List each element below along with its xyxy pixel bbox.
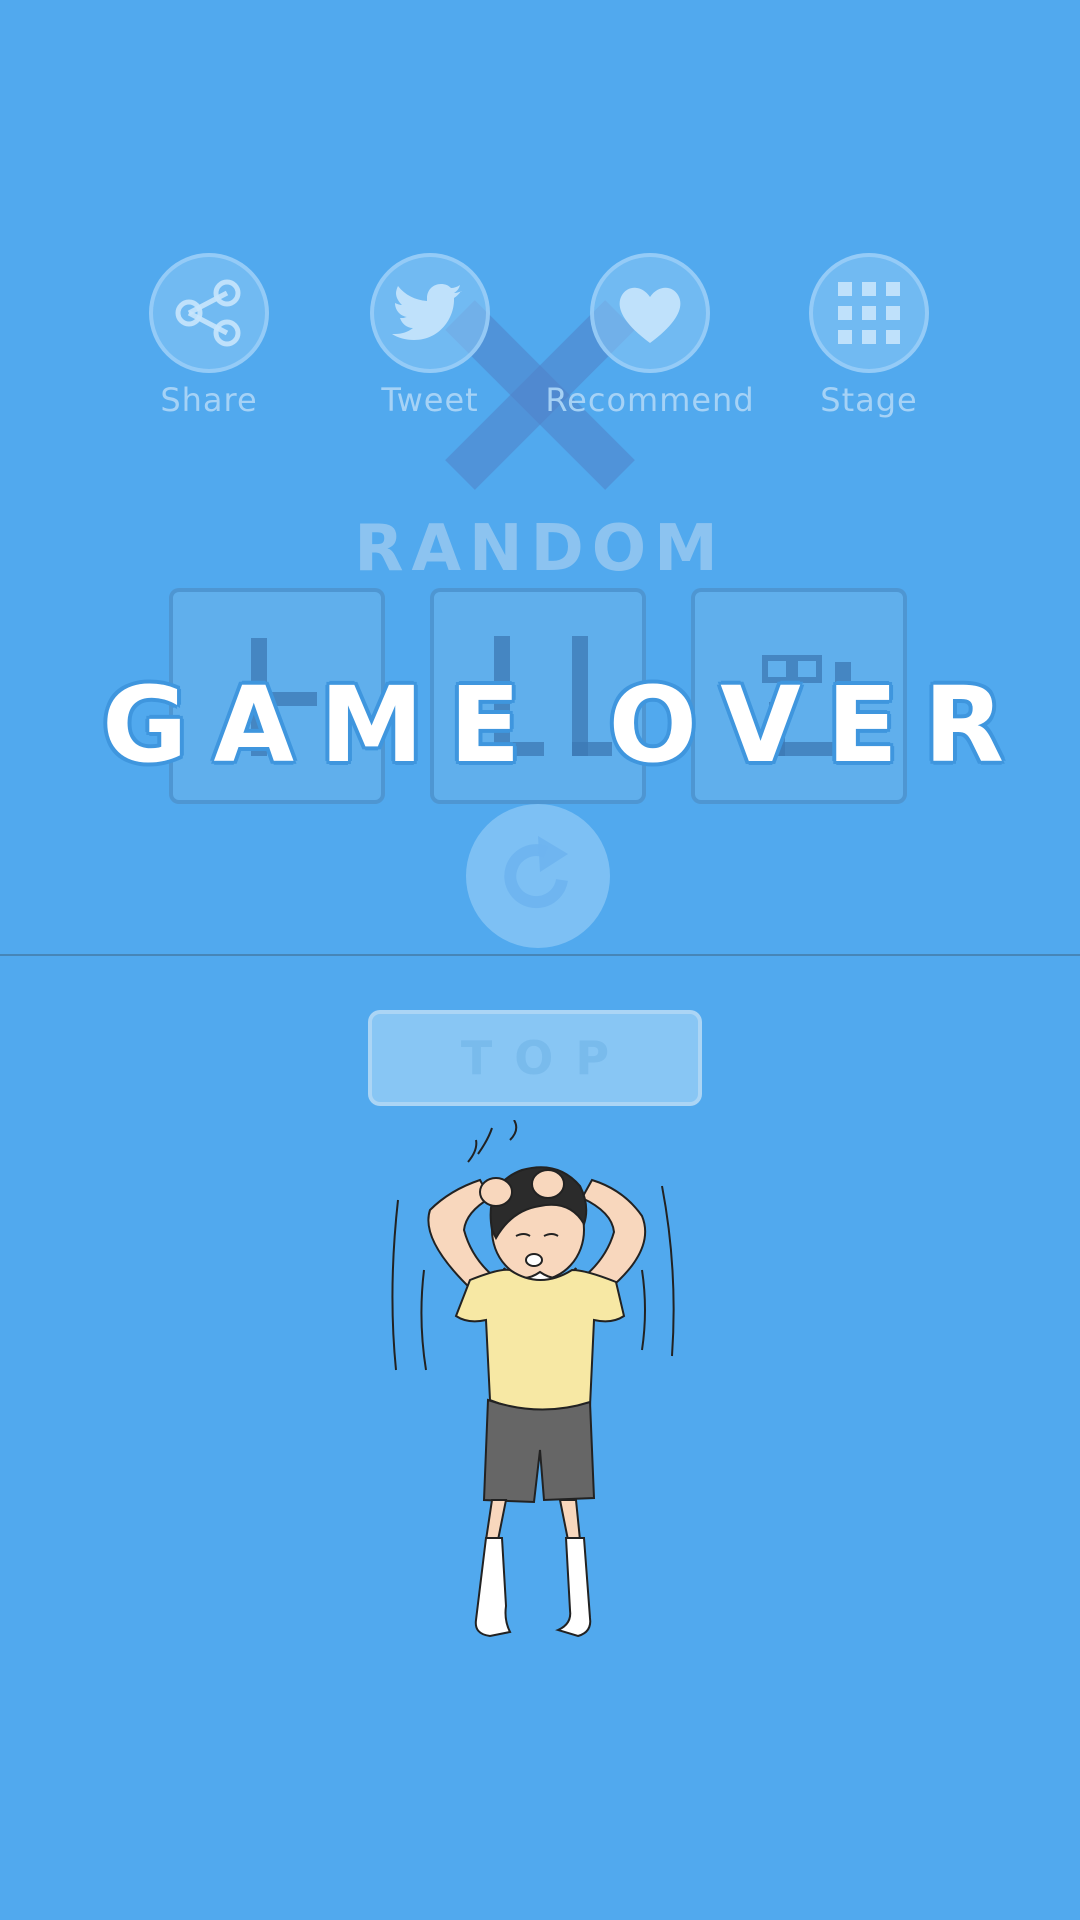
divider — [0, 954, 1080, 956]
recommend-label: Recommend — [545, 381, 755, 419]
share-button[interactable]: Share — [99, 253, 319, 419]
random-title: RANDOM — [354, 512, 726, 586]
stage-circle — [809, 253, 929, 373]
character-boy — [391, 1120, 675, 1638]
share-circle — [149, 253, 269, 373]
recommend-button[interactable]: Recommend — [540, 253, 760, 419]
stage-label: Stage — [820, 381, 918, 419]
retry-icon — [504, 836, 568, 909]
share-icon — [175, 279, 241, 347]
tweet-label: Tweet — [381, 381, 479, 419]
game-over-screen: Share Tweet Recommend Stage RANDOM GAME … — [0, 0, 1080, 1920]
retry-button[interactable] — [466, 804, 610, 948]
game-over-title: GAME OVER — [102, 664, 1030, 786]
stage-button[interactable]: Stage — [759, 253, 979, 419]
tweet-circle — [370, 253, 490, 373]
top-button[interactable]: TOP — [368, 1010, 702, 1106]
grid-icon — [838, 282, 900, 344]
share-label: Share — [160, 381, 258, 419]
heart-icon — [619, 287, 681, 343]
twitter-bird-icon — [392, 284, 462, 340]
tweet-button[interactable]: Tweet — [320, 253, 540, 419]
recommend-circle — [590, 253, 710, 373]
